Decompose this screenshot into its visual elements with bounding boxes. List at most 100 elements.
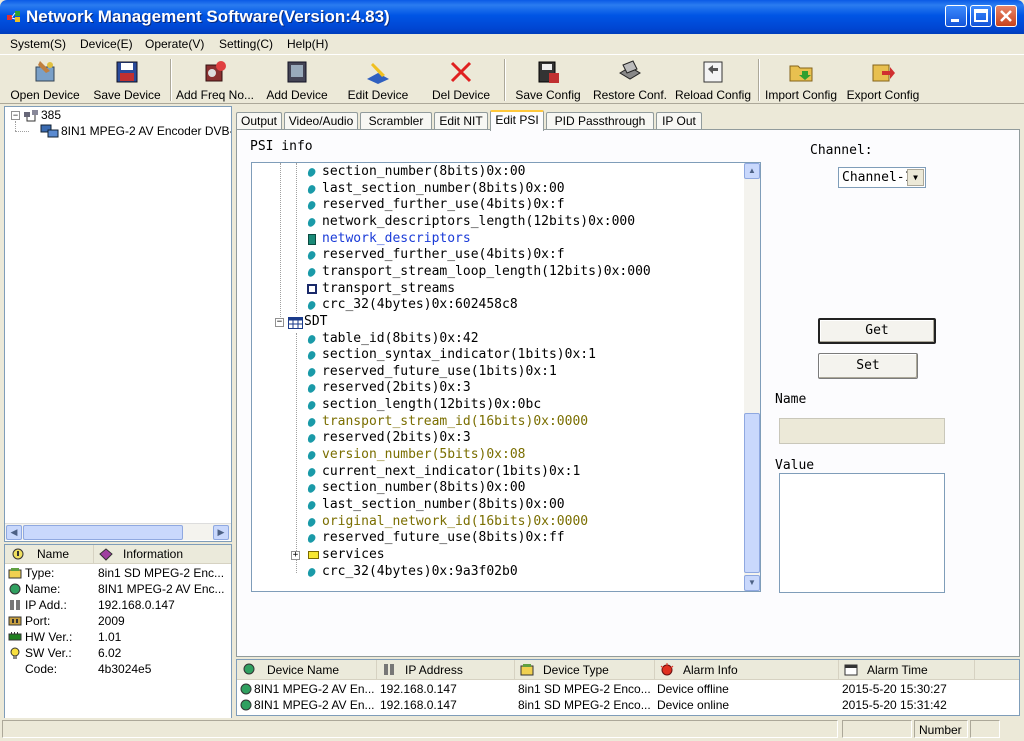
menu-help[interactable]: Help(H) bbox=[287, 37, 328, 51]
tab-pid-passthrough[interactable]: PID Passthrough bbox=[546, 112, 654, 130]
add-freq-button[interactable]: Add Freq No... bbox=[174, 57, 256, 103]
psi-field-text: current_next_indicator(1bits)0x:1 bbox=[322, 464, 581, 479]
info-key: Type: bbox=[25, 566, 55, 580]
close-button[interactable] bbox=[995, 5, 1017, 27]
alarm-col-time[interactable]: Alarm Time bbox=[839, 660, 975, 680]
info-col-information[interactable]: Information bbox=[123, 547, 183, 561]
status-pane-number: Number bbox=[914, 720, 968, 738]
value-field[interactable] bbox=[779, 473, 945, 593]
tab-edit-psi[interactable]: Edit PSI bbox=[490, 110, 544, 131]
import-folder-icon bbox=[789, 65, 813, 82]
field-icon bbox=[306, 382, 317, 395]
menu-bar: System(S) Device(E) Operate(V) Setting(C… bbox=[0, 34, 1024, 54]
menu-operate[interactable]: Operate(V) bbox=[145, 37, 204, 51]
tree-root[interactable]: 385 bbox=[41, 108, 61, 122]
hardware-icon bbox=[8, 632, 22, 641]
network-icon bbox=[24, 110, 38, 122]
tab-scrambler[interactable]: Scrambler bbox=[360, 112, 432, 130]
psi-field-text: section_syntax_indicator(1bits)0x:1 bbox=[322, 347, 596, 362]
status-pane-blank bbox=[842, 720, 912, 738]
scroll-thumb[interactable] bbox=[744, 413, 760, 573]
alarm-row[interactable]: 8IN1 MPEG-2 AV En... 192.168.0.147 8in1 … bbox=[237, 697, 1019, 713]
del-device-label: Del Device bbox=[431, 88, 491, 102]
channel-select[interactable]: Channel-1 ▼ bbox=[838, 167, 926, 188]
delete-icon bbox=[450, 61, 472, 83]
open-device-button[interactable]: Open Device bbox=[6, 57, 84, 103]
export-icon bbox=[872, 64, 895, 82]
scroll-up-arrow-icon[interactable]: ▲ bbox=[744, 163, 760, 179]
field-icon bbox=[306, 199, 317, 212]
field-icon bbox=[306, 333, 317, 346]
restore-conf-button[interactable]: Restore Conf. bbox=[590, 57, 670, 103]
sdt-collapse-toggle[interactable]: − bbox=[275, 318, 284, 327]
edit-device-button[interactable]: Edit Device bbox=[344, 57, 412, 103]
save-config-button[interactable]: Save Config bbox=[512, 57, 584, 103]
column-divider bbox=[93, 545, 94, 564]
tree-horizontal-scrollbar[interactable]: ◀ ▶ bbox=[5, 523, 231, 540]
alarm-device-name: 8IN1 MPEG-2 AV En... bbox=[254, 698, 375, 712]
set-button[interactable]: Set bbox=[818, 353, 918, 379]
field-icon bbox=[306, 566, 317, 579]
psi-vertical-scrollbar[interactable]: ▲ ▼ bbox=[744, 163, 760, 591]
field-icon bbox=[306, 499, 317, 512]
psi-field-text: version_number(5bits)0x:08 bbox=[322, 447, 526, 462]
get-button[interactable]: Get bbox=[818, 318, 936, 344]
info-value: 8IN1 MPEG-2 AV Enc... bbox=[98, 582, 225, 596]
name-icon bbox=[9, 583, 21, 595]
info-value: 8in1 SD MPEG-2 Enc... bbox=[98, 566, 225, 580]
menu-device[interactable]: Device(E) bbox=[80, 37, 133, 51]
save-device-button[interactable]: Save Device bbox=[90, 57, 164, 103]
tab-edit-nit[interactable]: Edit NIT bbox=[434, 112, 488, 130]
minimize-icon bbox=[951, 19, 959, 22]
menu-setting[interactable]: Setting(C) bbox=[219, 37, 273, 51]
add-device-label: Add Device bbox=[266, 88, 328, 102]
reload-config-button[interactable]: Reload Config bbox=[674, 57, 752, 103]
field-icon bbox=[306, 166, 317, 179]
table-icon bbox=[288, 317, 303, 329]
tree-collapse-toggle[interactable]: − bbox=[11, 111, 20, 120]
scroll-down-arrow-icon[interactable]: ▼ bbox=[744, 575, 760, 591]
psi-info-label: PSI info bbox=[250, 139, 313, 154]
psi-field-text: section_number(8bits)0x:00 bbox=[322, 480, 526, 495]
open-device-icon bbox=[35, 61, 55, 82]
alarm-col-ip[interactable]: IP Address bbox=[377, 660, 515, 680]
alarm-col-info[interactable]: Alarm Info bbox=[655, 660, 839, 680]
header-text: Device Name bbox=[267, 663, 340, 677]
alarm-device-type: 8in1 SD MPEG-2 Enco... bbox=[518, 698, 651, 712]
import-config-button[interactable]: Import Config bbox=[762, 57, 840, 103]
del-device-button[interactable]: Del Device bbox=[428, 57, 494, 103]
edit-device-icon bbox=[367, 63, 389, 84]
minimize-button[interactable] bbox=[945, 5, 967, 27]
alarm-info: Device online bbox=[657, 698, 730, 712]
field-icon bbox=[306, 482, 317, 495]
menu-system[interactable]: System(S) bbox=[10, 37, 66, 51]
tab-video-audio[interactable]: Video/Audio bbox=[284, 112, 358, 130]
save-config-label: Save Config bbox=[515, 88, 581, 102]
alarm-row[interactable]: 8IN1 MPEG-2 AV En... 192.168.0.147 8in1 … bbox=[237, 681, 1019, 697]
scroll-left-arrow-icon[interactable]: ◀ bbox=[6, 525, 22, 540]
export-config-button[interactable]: Export Config bbox=[844, 57, 922, 103]
add-device-button[interactable]: Add Device bbox=[264, 57, 330, 103]
info-row-type: Type: 8in1 SD MPEG-2 Enc... bbox=[5, 565, 231, 581]
services-expand-toggle[interactable]: + bbox=[291, 551, 300, 560]
psi-field-text: crc_32(4bytes)0x:602458c8 bbox=[322, 297, 518, 312]
alarm-col-device-type[interactable]: Device Type bbox=[515, 660, 655, 680]
name-field[interactable] bbox=[779, 418, 945, 444]
scroll-right-arrow-icon[interactable]: ▶ bbox=[213, 525, 229, 540]
info-col-name[interactable]: Name bbox=[37, 547, 69, 561]
info-key: Port: bbox=[25, 614, 51, 628]
tab-ip-out[interactable]: IP Out bbox=[656, 112, 702, 130]
window-title: Network Management Software(Version:4.83… bbox=[26, 7, 390, 26]
info-value: 192.168.0.147 bbox=[98, 598, 175, 612]
psi-field-text: reserved_future_use(1bits)0x:1 bbox=[322, 364, 557, 379]
chevron-down-icon[interactable]: ▼ bbox=[907, 169, 924, 186]
field-icon bbox=[306, 532, 317, 545]
tree-device[interactable]: 8IN1 MPEG-2 AV Encoder DVB-C bbox=[61, 124, 231, 138]
scroll-thumb[interactable] bbox=[23, 525, 183, 540]
field-icon bbox=[306, 216, 317, 229]
alarm-col-device-name[interactable]: Device Name bbox=[237, 660, 377, 680]
tab-output[interactable]: Output bbox=[236, 112, 282, 130]
maximize-button[interactable] bbox=[970, 5, 992, 27]
calendar-icon bbox=[844, 664, 858, 676]
reload-config-label: Reload Config bbox=[674, 88, 752, 102]
